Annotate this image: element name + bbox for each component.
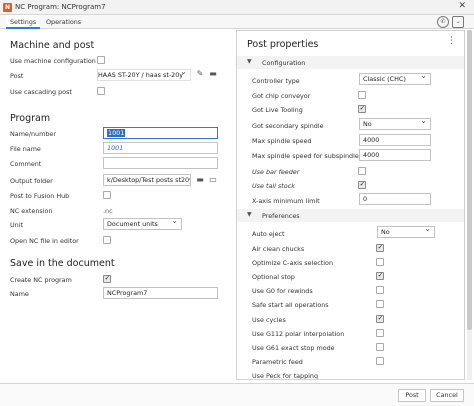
use-bar-feeder-label: Use bar feeder	[252, 168, 300, 176]
use-tail-stock-checkbox[interactable]	[358, 180, 366, 189]
folder-icon[interactable]: ▬	[208, 69, 218, 79]
section-save-in-document: Save in the document	[10, 258, 115, 269]
section-machine-and-post: Machine and post	[10, 40, 95, 51]
group-configuration-label: Configuration	[262, 59, 306, 67]
group-preferences[interactable]: ▼ Preferences	[237, 209, 464, 222]
optional-stop-label: Optional stop	[252, 273, 295, 281]
use-cascading-post-checkbox[interactable]	[97, 87, 105, 95]
group-preferences-label: Preferences	[262, 212, 300, 220]
name-number-input[interactable]: 1001	[103, 127, 218, 139]
create-nc-program-label: Create NC program	[10, 276, 72, 284]
use-g112-checkbox[interactable]	[376, 329, 384, 337]
use-g0-rewinds-checkbox[interactable]	[376, 286, 384, 294]
nc-name-input[interactable]: NCProgram7	[103, 287, 218, 299]
use-machine-config-checkbox[interactable]	[97, 56, 105, 64]
air-clean-chucks-label: Air clean chucks	[252, 245, 305, 253]
use-cascading-post-label: Use cascading post	[10, 88, 72, 96]
app-logo-icon: N	[3, 3, 12, 12]
output-folder-label: Output folder	[10, 177, 53, 185]
post-button[interactable]: Post	[398, 389, 426, 402]
folder-open-icon[interactable]: ▭	[208, 175, 218, 185]
open-nc-file-label: Open NC file in editor	[10, 237, 79, 245]
open-nc-file-checkbox[interactable]	[103, 236, 111, 244]
x-axis-min-limit-label: X-axis minimum limit	[252, 197, 320, 205]
secondary-spindle-label: Got secondary spindle	[252, 122, 324, 130]
max-spindle-speed-sub-label: Max spindle speed for subspindle	[252, 152, 359, 160]
title-bar: N NC Program: NCProgram7 ✕	[0, 0, 474, 15]
scrollbar[interactable]	[467, 30, 472, 380]
controller-type-select[interactable]: Classic (CHC)	[359, 73, 431, 85]
safe-start-all-checkbox[interactable]	[376, 300, 384, 308]
unit-label: Unit	[10, 221, 24, 229]
window-title: NC Program: NCProgram7	[15, 3, 106, 11]
parametric-feed-label: Parametric feed	[252, 358, 303, 366]
post-properties-title: Post properties	[247, 39, 319, 50]
chip-conveyor-checkbox[interactable]	[358, 91, 366, 99]
post-properties-panel: Post properties ⋮ ▼ Configuration Contro…	[236, 30, 465, 380]
settings-panel: Machine and post Use machine configurati…	[0, 30, 233, 383]
chip-conveyor-label: Got chip conveyor	[252, 92, 311, 100]
air-clean-chucks-checkbox[interactable]	[376, 243, 384, 252]
use-g0-rewinds-label: Use G0 for rewinds	[252, 287, 313, 295]
use-cycles-label: Use cycles	[252, 316, 286, 324]
nc-extension-value: .nc	[103, 207, 113, 215]
unit-select[interactable]: Document units	[103, 218, 182, 230]
tab-operations[interactable]: Operations	[42, 15, 85, 29]
help-phone-icon[interactable]: ✆	[437, 16, 449, 28]
section-program: Program	[10, 113, 51, 124]
tab-bar: Settings Operations ✆ ⌄	[0, 15, 474, 29]
secondary-spindle-select[interactable]: No	[359, 118, 431, 130]
folder-browse-icon[interactable]: ▬	[195, 175, 205, 185]
parametric-feed-checkbox[interactable]	[376, 357, 384, 365]
file-name-input[interactable]: 1001	[103, 142, 218, 154]
edit-pencil-icon[interactable]: ✎	[195, 69, 205, 79]
x-axis-min-limit-input[interactable]: 0	[359, 193, 431, 205]
use-tail-stock-label: Use tail stock	[252, 182, 295, 190]
safe-start-all-label: Safe start all operations	[252, 301, 329, 309]
nc-extension-label: NC extension	[10, 207, 53, 215]
use-cycles-checkbox[interactable]	[376, 314, 384, 323]
post-select[interactable]: HAAS ST-20Y / haas st-20y	[97, 69, 191, 81]
use-g61-label: Use G61 exact stop mode	[252, 344, 335, 352]
comment-input[interactable]	[103, 157, 218, 169]
optional-stop-checkbox[interactable]	[376, 271, 384, 280]
controller-type-label: Controller type	[252, 77, 300, 85]
scrollbar-thumb[interactable]	[467, 30, 472, 330]
use-g61-checkbox[interactable]	[376, 343, 384, 351]
max-spindle-speed-sub-input[interactable]: 4000	[359, 149, 431, 161]
name-number-label: Name/number	[10, 130, 56, 138]
auto-eject-label: Auto eject	[252, 230, 285, 238]
live-tooling-checkbox[interactable]	[358, 104, 366, 113]
expand-icon[interactable]: ⌄	[452, 16, 464, 28]
use-bar-feeder-checkbox[interactable]	[358, 167, 366, 175]
chevron-down-icon: ▼	[247, 211, 252, 218]
create-nc-program-checkbox[interactable]	[103, 274, 111, 283]
post-to-fusion-hub-label: Post to Fusion Hub	[10, 192, 70, 200]
auto-eject-select[interactable]: No	[377, 226, 435, 238]
group-configuration[interactable]: ▼ Configuration	[237, 56, 464, 69]
use-peck-tapping-label: Use Peck for tapping	[252, 372, 319, 380]
max-spindle-speed-label: Max spindle speed	[252, 137, 312, 145]
live-tooling-label: Got Live Tooling	[252, 106, 303, 114]
use-machine-config-label: Use machine configuration	[10, 57, 96, 65]
output-folder-input[interactable]: k/Desktop/Test posts st20y	[103, 174, 191, 186]
tab-settings[interactable]: Settings	[6, 15, 41, 29]
dialog-footer: Post Cancel	[0, 383, 474, 406]
use-g112-label: Use G112 polar interpolation	[252, 330, 345, 338]
close-icon[interactable]: ✕	[458, 1, 466, 11]
cancel-button[interactable]: Cancel	[430, 389, 464, 402]
post-label: Post	[10, 72, 24, 80]
post-to-fusion-hub-checkbox[interactable]	[103, 191, 111, 199]
optimize-c-axis-label: Optimize C-axis selection	[252, 259, 334, 267]
comment-label: Comment	[10, 160, 42, 168]
file-name-label: File name	[10, 145, 41, 153]
max-spindle-speed-input[interactable]: 4000	[359, 134, 431, 146]
more-options-icon[interactable]: ⋮	[447, 36, 456, 46]
chevron-down-icon: ▼	[247, 58, 252, 65]
nc-name-label: Name	[10, 290, 29, 298]
optimize-c-axis-checkbox[interactable]	[376, 258, 384, 266]
